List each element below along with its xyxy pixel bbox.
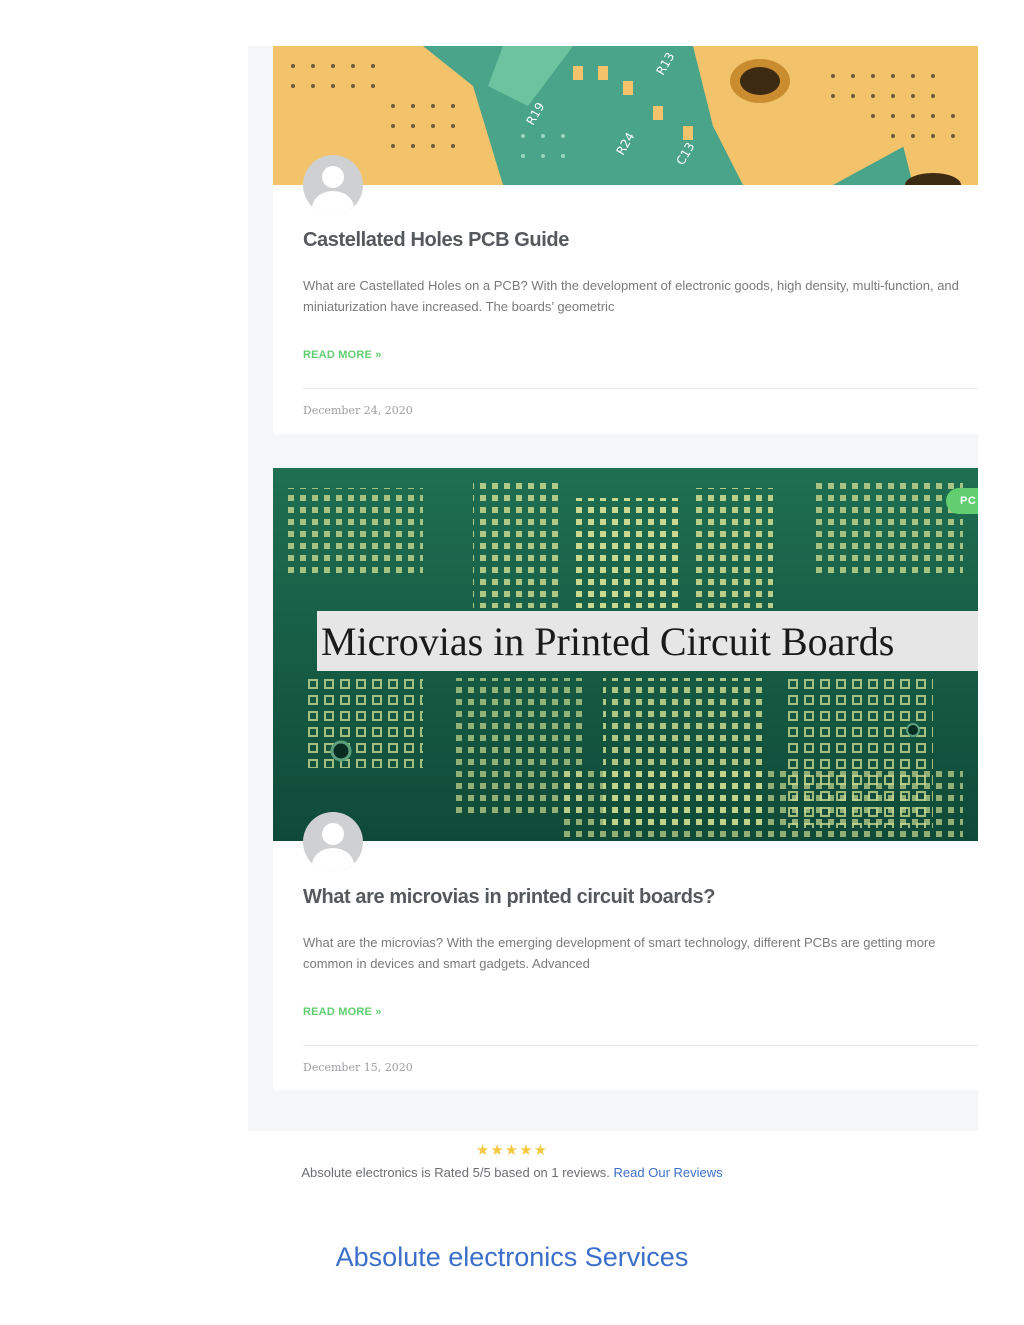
post-excerpt: What are Castellated Holes on a PCB? Wit…: [303, 278, 959, 314]
read-more-link[interactable]: READ MORE »: [303, 349, 382, 361]
rating-summary: Absolute electronics is Rated 5/5 based …: [0, 1165, 1024, 1180]
author-avatar-icon: [303, 812, 363, 872]
services-heading: Absolute electronics Services: [335, 1242, 689, 1272]
post-date: December 15, 2020: [303, 1061, 413, 1074]
post-card: R19 R24 C13 R13 Castellated Holes PCB Gu…: [273, 46, 978, 434]
post-title[interactable]: What are microvias in printed circuit bo…: [303, 886, 716, 909]
rating-text: Absolute electronics is Rated 5/5 based …: [301, 1165, 610, 1180]
read-more-link[interactable]: READ MORE »: [303, 1006, 382, 1018]
post-thumbnail-image: Microvias in Printed Circuit Boards: [273, 468, 978, 841]
post-card: Microvias in Printed Circuit Boards PC W…: [273, 468, 978, 1090]
post-excerpt: What are the microvias? With the emergin…: [303, 935, 936, 971]
rating-stars-icon: ★★★★★: [475, 1142, 549, 1159]
author-avatar-icon: [303, 155, 363, 215]
blog-posts-panel: R19 R24 C13 R13 Castellated Holes PCB Gu…: [248, 46, 978, 1131]
meta-divider: [303, 388, 978, 389]
meta-divider: [303, 1045, 978, 1046]
image-caption: Microvias in Printed Circuit Boards: [321, 619, 894, 664]
post-date: December 24, 2020: [303, 404, 413, 417]
post-thumbnail-link[interactable]: Microvias in Printed Circuit Boards: [273, 468, 978, 841]
post-title[interactable]: Castellated Holes PCB Guide: [303, 229, 569, 252]
read-reviews-link[interactable]: Read Our Reviews: [614, 1165, 723, 1180]
category-badge[interactable]: PC: [946, 488, 978, 514]
post-thumbnail-image: R19 R24 C13 R13: [273, 46, 978, 185]
post-thumbnail-link[interactable]: R19 R24 C13 R13: [273, 46, 978, 185]
